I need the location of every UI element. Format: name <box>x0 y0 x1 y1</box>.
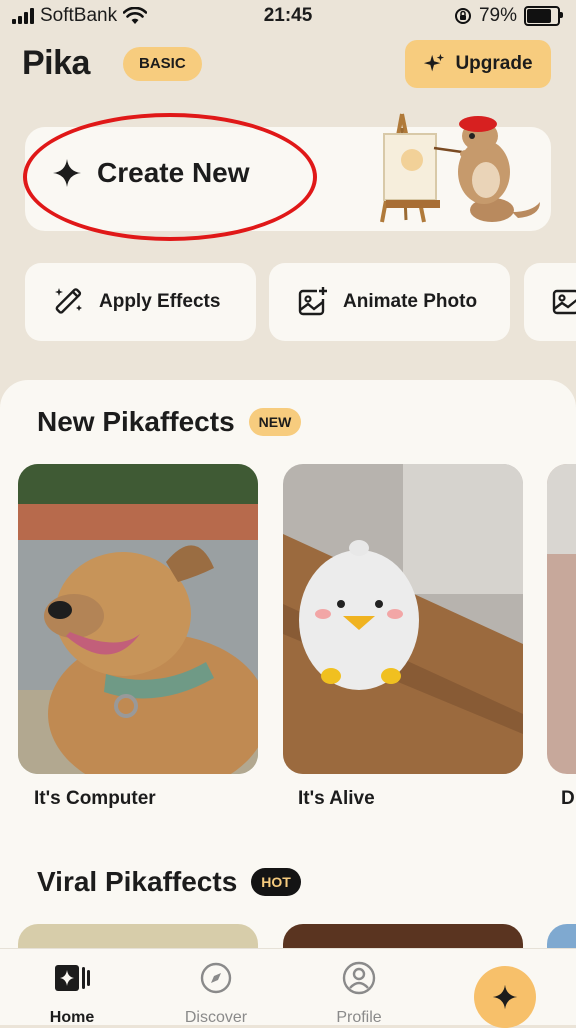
animate-photo-label: Animate Photo <box>343 291 478 312</box>
nav-discover-label: Discover <box>184 1009 248 1026</box>
nav-home-label: Home <box>49 1009 95 1026</box>
orientation-lock-icon <box>454 8 471 24</box>
effect-card-label: D <box>561 788 575 809</box>
dog-thumbnail <box>18 464 258 774</box>
magic-wand-icon <box>55 288 82 314</box>
red-circle-annotation <box>23 113 317 241</box>
section-title: Viral Pikaffects <box>37 866 238 897</box>
status-bar: SoftBank 21:45 79% <box>0 0 576 34</box>
upgrade-label: Upgrade <box>455 53 533 74</box>
image-icon <box>552 289 576 315</box>
section-title: New Pikaffects <box>37 406 235 437</box>
nav-profile-label: Profile <box>336 1009 382 1026</box>
effect-card-partial[interactable] <box>547 464 576 774</box>
new-pikaffects-heading: New Pikaffects NEW <box>37 406 302 438</box>
viral-pikaffects-heading: Viral Pikaffects HOT <box>37 866 301 898</box>
create-fab-button[interactable] <box>474 966 536 1028</box>
plan-badge: BASIC <box>123 47 202 81</box>
battery-percent: 79% <box>478 5 517 26</box>
partial-thumbnail <box>547 464 576 774</box>
effect-card-its-alive[interactable] <box>283 464 523 774</box>
effects-panel: New Pikaffects NEW It's Computer It's Al… <box>0 380 576 1024</box>
app-logo: Pika <box>22 44 90 82</box>
battery-status: 79% <box>454 5 563 27</box>
effect-card-its-computer[interactable] <box>18 464 258 774</box>
painter-chipmunk-illustration <box>380 113 540 223</box>
apply-effects-label: Apply Effects <box>99 291 221 312</box>
effect-card-label: It's Alive <box>298 788 375 809</box>
new-badge: NEW <box>248 408 302 436</box>
apply-effects-button[interactable]: Apply Effects <box>25 263 256 341</box>
upgrade-button[interactable]: Upgrade <box>405 40 551 88</box>
profile-icon <box>342 961 376 995</box>
more-action-button[interactable] <box>524 263 576 341</box>
nav-home[interactable]: Home <box>22 961 122 1027</box>
effect-card-label: It's Computer <box>34 788 156 809</box>
battery-icon <box>524 6 563 26</box>
nav-profile[interactable]: Profile <box>309 961 409 1027</box>
animate-photo-button[interactable]: Animate Photo <box>269 263 510 341</box>
hot-badge: HOT <box>251 868 301 896</box>
duck-toy-thumbnail <box>283 464 523 774</box>
sparkle-icon <box>424 53 445 72</box>
add-photo-icon <box>298 287 327 316</box>
home-icon <box>55 965 90 991</box>
sparkle-icon <box>492 984 518 1010</box>
nav-discover[interactable]: Discover <box>166 961 266 1027</box>
compass-icon <box>200 962 232 994</box>
